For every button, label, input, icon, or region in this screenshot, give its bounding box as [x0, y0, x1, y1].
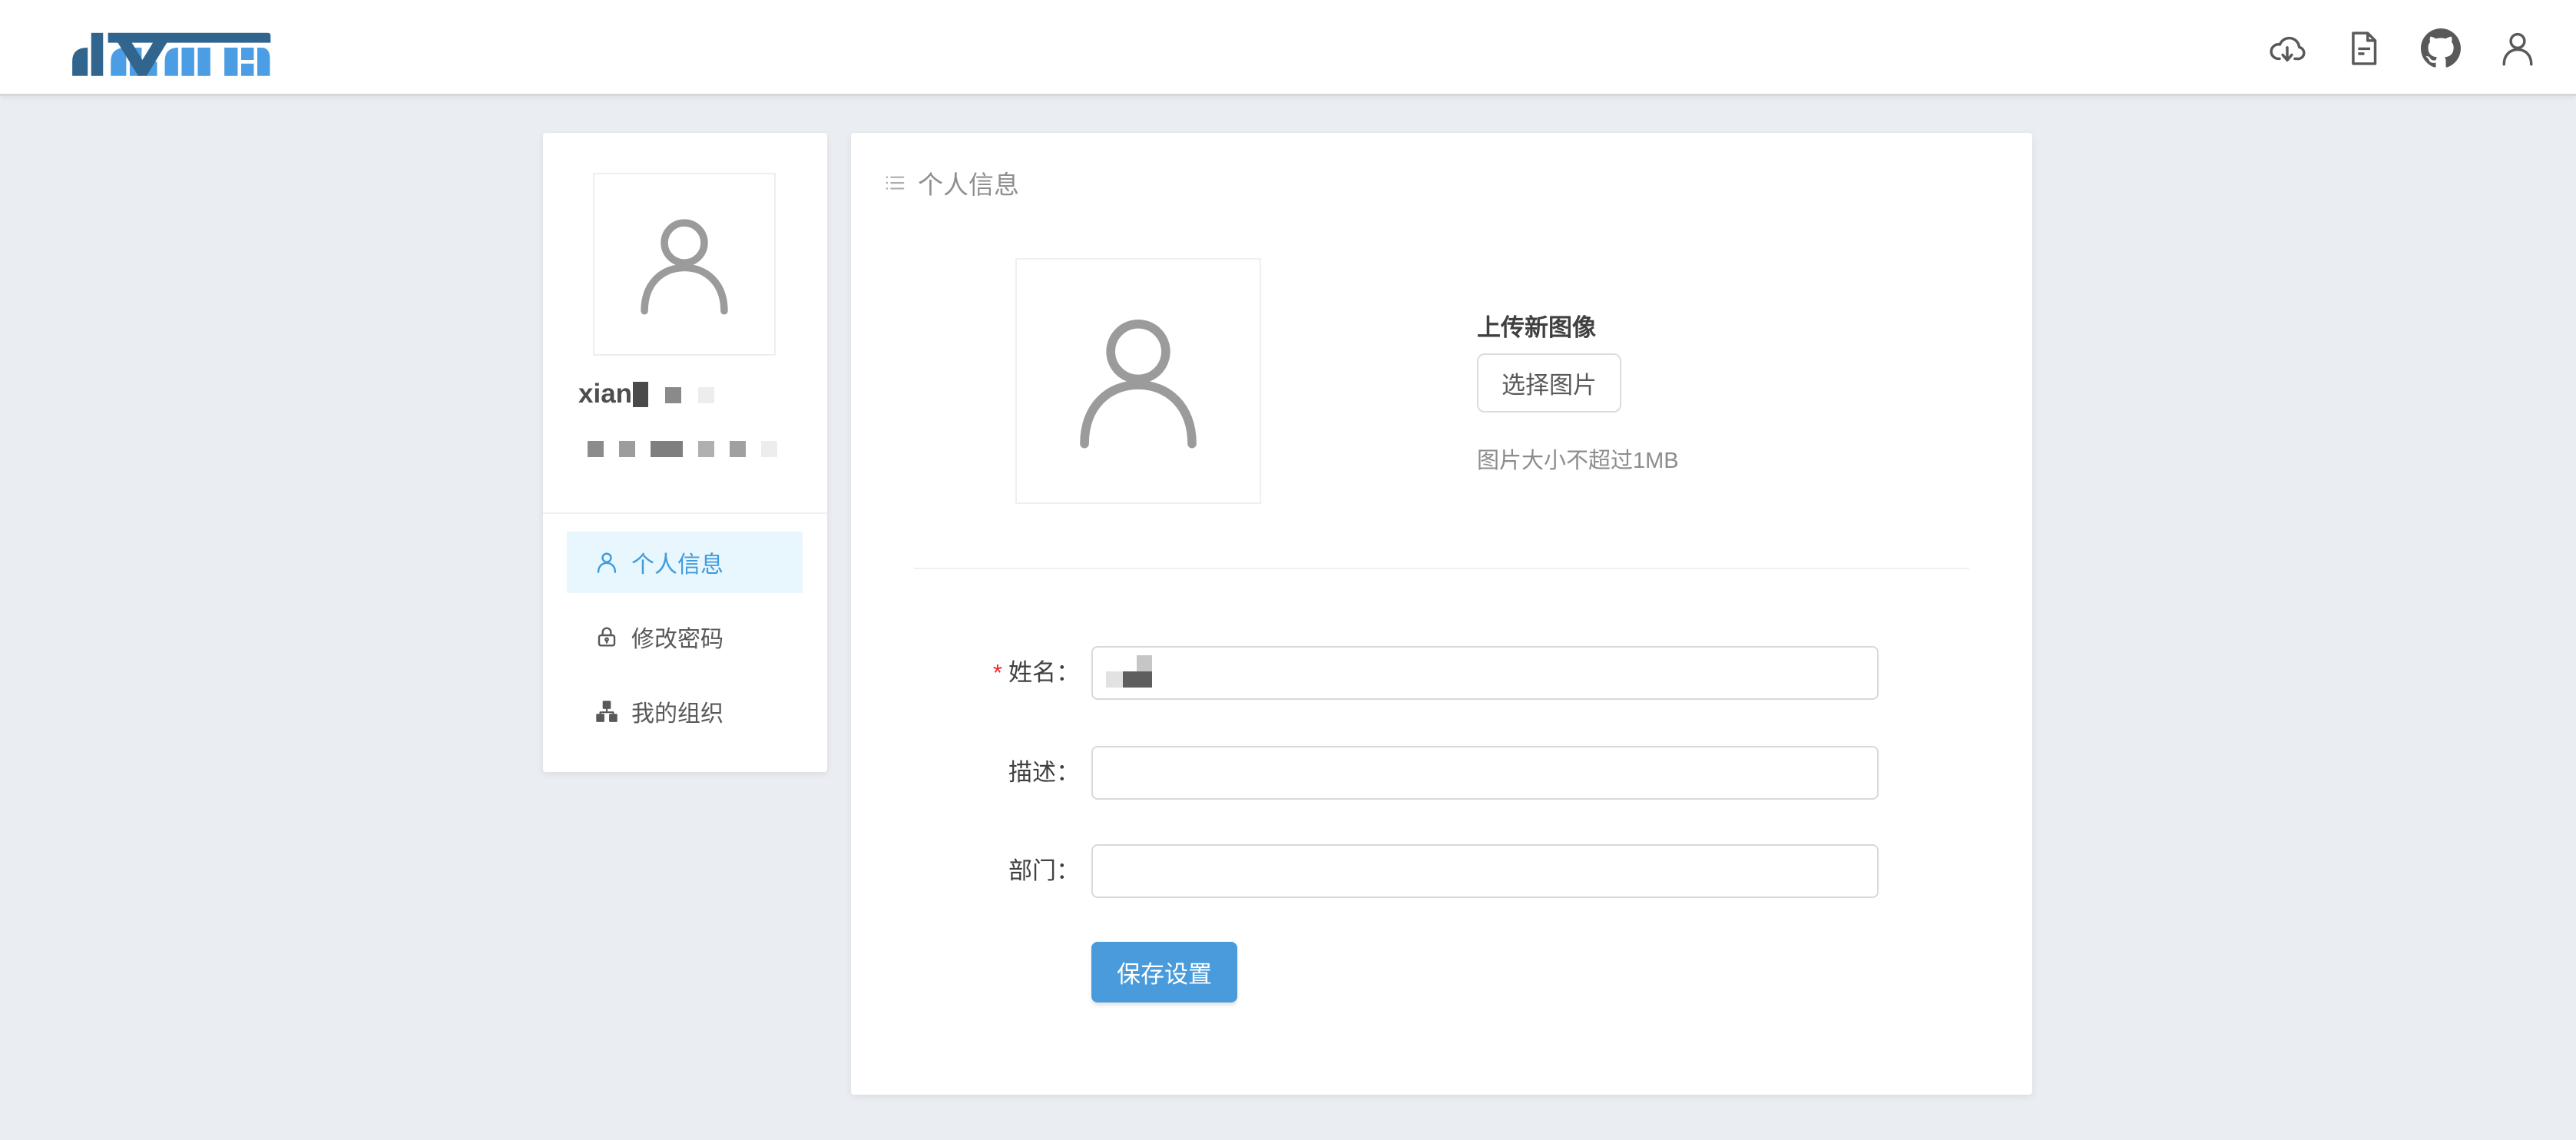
redaction-block — [588, 441, 604, 457]
redaction-block — [1106, 671, 1123, 688]
description-input[interactable] — [1091, 746, 1879, 800]
avatar-person-icon — [626, 206, 743, 323]
user-info-redaction-row — [588, 440, 777, 457]
choose-image-button[interactable]: 选择图片 — [1477, 353, 1621, 413]
username-text: xian — [578, 377, 632, 411]
profile-settings-page: xian 个人信息 — [0, 0, 2576, 1140]
user-icon[interactable] — [2498, 28, 2538, 68]
name-input[interactable] — [1091, 646, 1879, 700]
sidebar-avatar — [593, 173, 776, 356]
panel-header: 个人信息 — [883, 165, 1019, 200]
sidebar-item-label: 修改密码 — [631, 620, 723, 654]
redaction-block — [619, 441, 635, 457]
username-redaction-block — [698, 387, 714, 403]
org-chart-icon — [594, 699, 619, 724]
username-row: xian — [578, 376, 714, 411]
redaction-block — [698, 441, 714, 457]
redaction-block — [1123, 671, 1152, 688]
description-label: 描述： — [851, 746, 1080, 800]
top-navbar — [0, 0, 2576, 96]
redaction-block — [730, 441, 746, 457]
topbar-icon-group — [2267, 28, 2538, 69]
form-row-department: 部门： — [851, 844, 2032, 898]
davinci-logo-icon — [49, 17, 273, 78]
user-icon — [594, 550, 619, 575]
personal-info-panel: 个人信息 上传新图像 选择图片 图片大小不超过1MB *姓名： 描述： — [851, 133, 2032, 1095]
sidebar-item-label: 我的组织 — [631, 694, 723, 728]
profile-avatar-preview — [1015, 258, 1261, 504]
redaction-block — [651, 441, 683, 457]
sidebar-menu: 个人信息 修改密码 — [567, 532, 803, 755]
cloud-download-icon[interactable] — [2267, 28, 2307, 68]
panel-title: 个人信息 — [918, 164, 1019, 201]
redaction-block — [761, 441, 777, 457]
redaction-block — [1137, 655, 1152, 671]
upload-section-heading: 上传新图像 — [1477, 308, 1596, 343]
list-icon — [883, 171, 906, 194]
username-redaction-block — [633, 382, 648, 407]
save-settings-button[interactable]: 保存设置 — [1091, 942, 1237, 1002]
department-input[interactable] — [1091, 844, 1879, 898]
sidebar-item-label: 个人信息 — [631, 545, 723, 579]
lock-icon — [594, 625, 619, 649]
name-label: *姓名： — [851, 646, 1080, 700]
avatar-person-icon — [1061, 304, 1215, 458]
sidebar-divider — [543, 512, 827, 514]
document-icon[interactable] — [2344, 28, 2384, 68]
username-redaction-block — [665, 387, 681, 403]
sidebar-item-my-organization[interactable]: 我的组织 — [567, 681, 803, 742]
davinci-logo[interactable] — [49, 17, 273, 78]
form-row-name: *姓名： — [851, 646, 2032, 700]
form-row-description: 描述： — [851, 746, 2032, 800]
section-divider — [914, 568, 1969, 569]
required-asterisk: * — [993, 659, 1002, 686]
upload-size-hint: 图片大小不超过1MB — [1477, 442, 1679, 475]
profile-sidebar-card: xian 个人信息 — [543, 133, 827, 772]
sidebar-item-personal-info[interactable]: 个人信息 — [567, 532, 803, 593]
sidebar-item-change-password[interactable]: 修改密码 — [567, 606, 803, 668]
department-label: 部门： — [851, 844, 1080, 898]
github-icon[interactable] — [2421, 28, 2461, 68]
